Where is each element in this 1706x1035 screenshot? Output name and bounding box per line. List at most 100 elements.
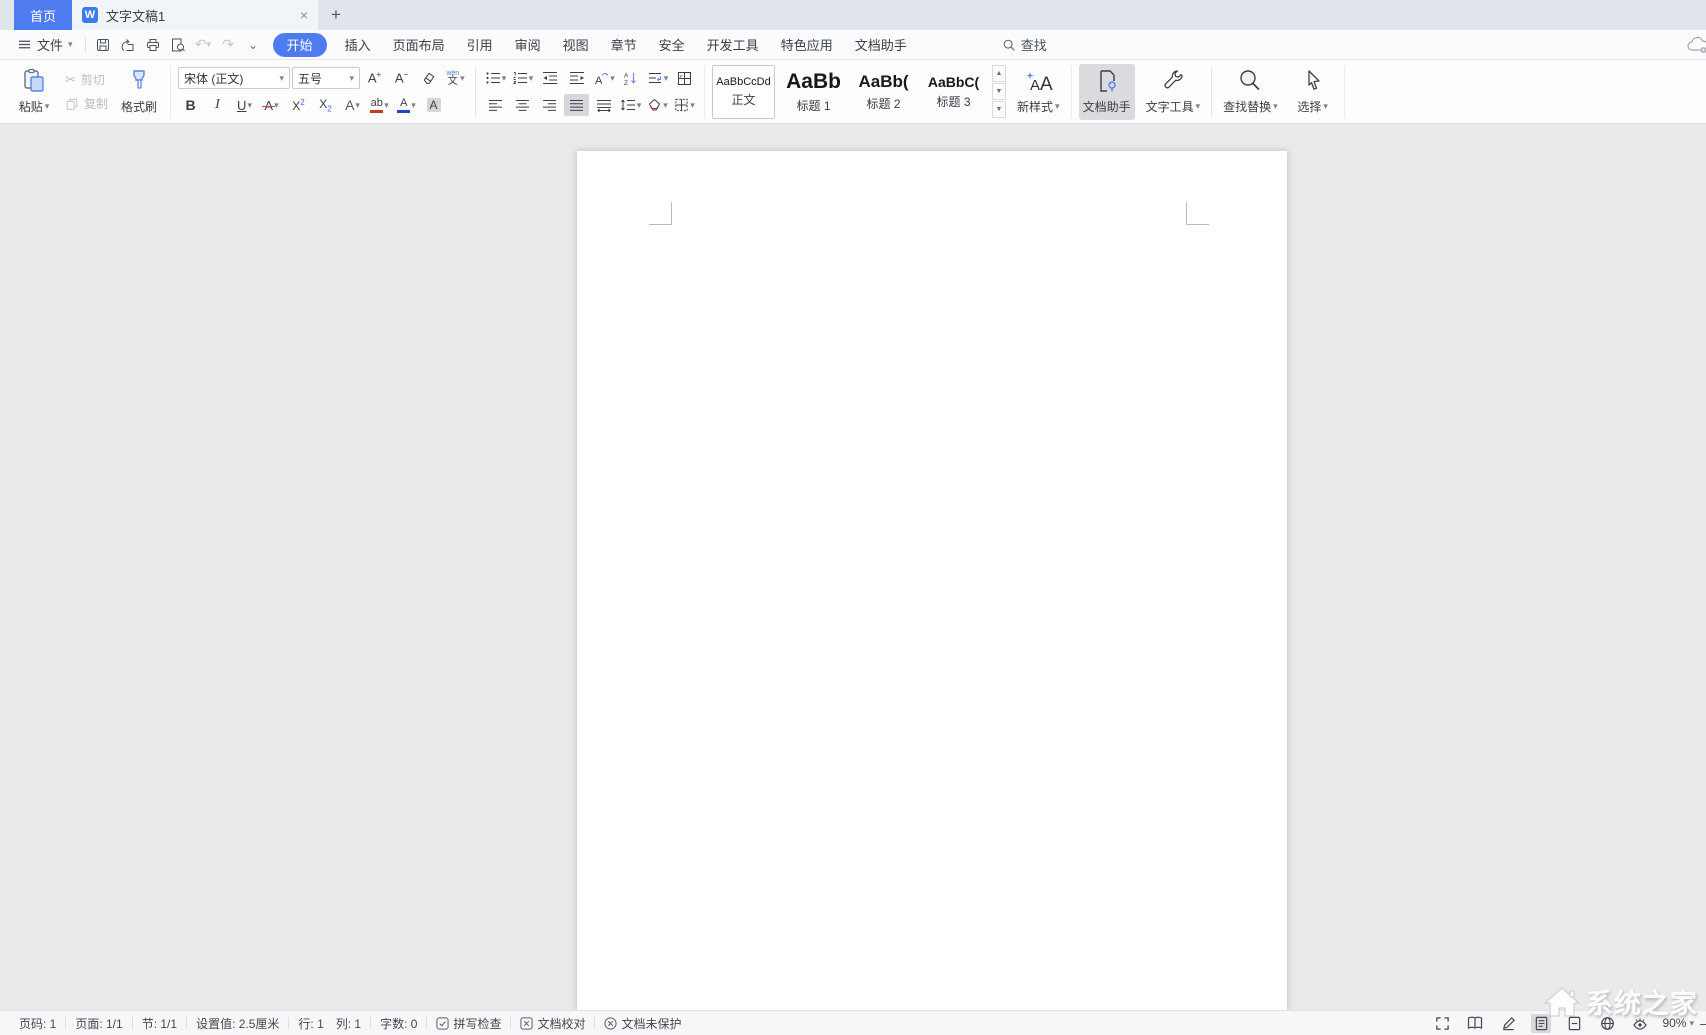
select-label: 选择 — [1297, 98, 1321, 115]
zoom-out-button[interactable]: — — [1700, 1015, 1706, 1031]
copy-button[interactable]: 复制 — [65, 95, 108, 112]
menu-tab-dev-tools[interactable]: 开发工具 — [696, 30, 770, 60]
style-normal[interactable]: AaBbCcDd 正文 — [712, 65, 775, 119]
highlight-color-button[interactable]: ab — [367, 94, 392, 116]
bold-button[interactable]: B — [178, 94, 203, 116]
fullscreen-button[interactable] — [1432, 1014, 1452, 1033]
quick-toolbar-more-button[interactable] — [241, 33, 266, 57]
tab-document[interactable]: W 文字文稿1 × — [72, 0, 318, 30]
menu-tab-special-apps[interactable]: 特色应用 — [770, 30, 844, 60]
text-effects-button[interactable]: A — [340, 94, 365, 116]
doc-proofread-button[interactable]: 文档校对 — [520, 1015, 585, 1032]
distributed-justify-button[interactable] — [591, 94, 616, 116]
character-shading-button[interactable]: A — [421, 94, 446, 116]
font-family-select[interactable]: 宋体 (正文) — [178, 67, 290, 89]
status-word-count[interactable]: 字数: 0 — [380, 1015, 417, 1032]
manuscript-grid-button[interactable]: F — [672, 67, 697, 89]
clear-format-button[interactable] — [416, 67, 441, 89]
style-heading-3[interactable]: AaBbC( 标题 3 — [922, 65, 985, 119]
underline-button[interactable]: U — [232, 94, 257, 116]
new-style-button[interactable]: A A 新样式 — [1013, 64, 1064, 120]
menu-tab-review[interactable]: 审阅 — [504, 30, 552, 60]
align-center-icon — [515, 99, 530, 112]
align-center-button[interactable] — [510, 94, 535, 116]
style-heading-2[interactable]: AaBb( 标题 2 — [852, 65, 915, 119]
superscript-button[interactable]: X2 — [286, 94, 311, 116]
ribbon-toolbar: 粘贴 ✂ 剪切 复制 格式刷 宋体 (正文) 五号 — [0, 60, 1706, 124]
menu-tab-insert[interactable]: 插入 — [334, 30, 382, 60]
font-group: 宋体 (正文) 五号 A+ A− wén文 B I U A — [178, 67, 468, 116]
save-button[interactable] — [91, 33, 116, 57]
italic-button[interactable]: I — [205, 94, 230, 116]
cut-label: 剪切 — [81, 71, 105, 88]
search-command-box[interactable]: 查找 — [1002, 35, 1047, 54]
paste-button[interactable]: 粘贴 — [10, 64, 58, 120]
strikethrough-button[interactable]: A — [259, 94, 284, 116]
decrease-indent-button[interactable] — [537, 67, 562, 89]
cloud-sync-status-icon[interactable] — [1686, 36, 1706, 54]
format-painter-label: 格式刷 — [121, 98, 157, 115]
status-margin-setting[interactable]: 设置值: 2.5厘米 — [196, 1015, 279, 1032]
menu-tab-page-layout[interactable]: 页面布局 — [382, 30, 456, 60]
web-layout-button[interactable] — [1597, 1014, 1617, 1033]
file-menu-button[interactable]: 文件 — [10, 35, 80, 54]
undo-button[interactable]: ↶ — [191, 33, 216, 57]
increase-font-size-button[interactable]: A+ — [362, 67, 387, 89]
doc-protection-button[interactable]: 文档未保护 — [604, 1015, 681, 1032]
cut-button[interactable]: ✂ 剪切 — [65, 71, 108, 88]
numbered-list-button[interactable] — [510, 67, 535, 89]
line-spacing-button[interactable] — [618, 94, 643, 116]
new-tab-button[interactable]: + — [318, 0, 354, 30]
font-color-button[interactable]: A — [394, 94, 419, 116]
text-tool-button[interactable]: 文字工具 — [1142, 64, 1205, 120]
menu-tab-security[interactable]: 安全 — [648, 30, 696, 60]
sort-button[interactable]: A Z — [618, 67, 643, 89]
doc-assistant-button[interactable]: 文档助手 — [1079, 64, 1135, 120]
align-right-button[interactable] — [537, 94, 562, 116]
justify-button[interactable] — [564, 94, 589, 116]
menu-tab-doc-assistant[interactable]: 文档助手 — [844, 30, 918, 60]
align-left-button[interactable] — [483, 94, 508, 116]
print-preview-button[interactable] — [166, 33, 191, 57]
spell-check-toggle[interactable]: 拼写检查 — [436, 1015, 501, 1032]
tab-document-title: 文字文稿1 — [106, 6, 165, 25]
read-mode-button[interactable] — [1465, 1014, 1485, 1033]
menu-tab-section[interactable]: 章节 — [600, 30, 648, 60]
font-size-select[interactable]: 五号 — [292, 67, 360, 89]
export-pdf-button[interactable] — [116, 33, 141, 57]
style-heading-1[interactable]: AaBb 标题 1 — [782, 65, 845, 119]
write-mode-button[interactable] — [1498, 1014, 1518, 1033]
chevron-down-icon — [690, 101, 695, 110]
menu-tab-view[interactable]: 视图 — [552, 30, 600, 60]
tab-home[interactable]: 首页 — [14, 0, 72, 30]
eye-protection-button[interactable] — [1630, 1014, 1650, 1033]
gallery-scroll-down-button[interactable]: ▼ — [992, 83, 1006, 100]
print-layout-button[interactable] — [1531, 1014, 1551, 1033]
divider — [1344, 66, 1345, 118]
format-painter-button[interactable]: 格式刷 — [115, 64, 163, 120]
select-button[interactable]: 选择 — [1289, 64, 1337, 120]
print-button[interactable] — [141, 33, 166, 57]
bullet-list-button[interactable] — [483, 67, 508, 89]
shading-button[interactable] — [645, 94, 670, 116]
font-color-icon: A — [397, 98, 410, 113]
subscript-button[interactable]: X2 — [313, 94, 338, 116]
decrease-font-size-button[interactable]: A− — [389, 67, 414, 89]
text-direction-button[interactable]: A — [591, 67, 616, 89]
outline-view-button[interactable] — [1564, 1014, 1584, 1033]
document-page[interactable] — [577, 151, 1287, 1010]
menu-tab-reference[interactable]: 引用 — [456, 30, 504, 60]
gallery-scroll-up-button[interactable]: ▲ — [992, 65, 1006, 82]
pinyin-guide-button[interactable]: wén文 — [443, 67, 468, 89]
close-tab-icon[interactable]: × — [300, 7, 308, 23]
status-page-count[interactable]: 页面: 1/1 — [75, 1015, 122, 1032]
show-paragraph-marks-button[interactable] — [645, 67, 670, 89]
gallery-more-button[interactable]: ▼ — [992, 101, 1006, 118]
preview-icon — [170, 37, 186, 53]
menu-tab-home[interactable]: 开始 — [273, 33, 327, 57]
increase-indent-button[interactable] — [564, 67, 589, 89]
borders-button[interactable] — [672, 94, 697, 116]
find-replace-button[interactable]: 查找替换 — [1219, 64, 1282, 120]
redo-button[interactable]: ↷ — [216, 33, 241, 57]
zoom-level-control[interactable]: 90% — [1662, 1016, 1694, 1030]
